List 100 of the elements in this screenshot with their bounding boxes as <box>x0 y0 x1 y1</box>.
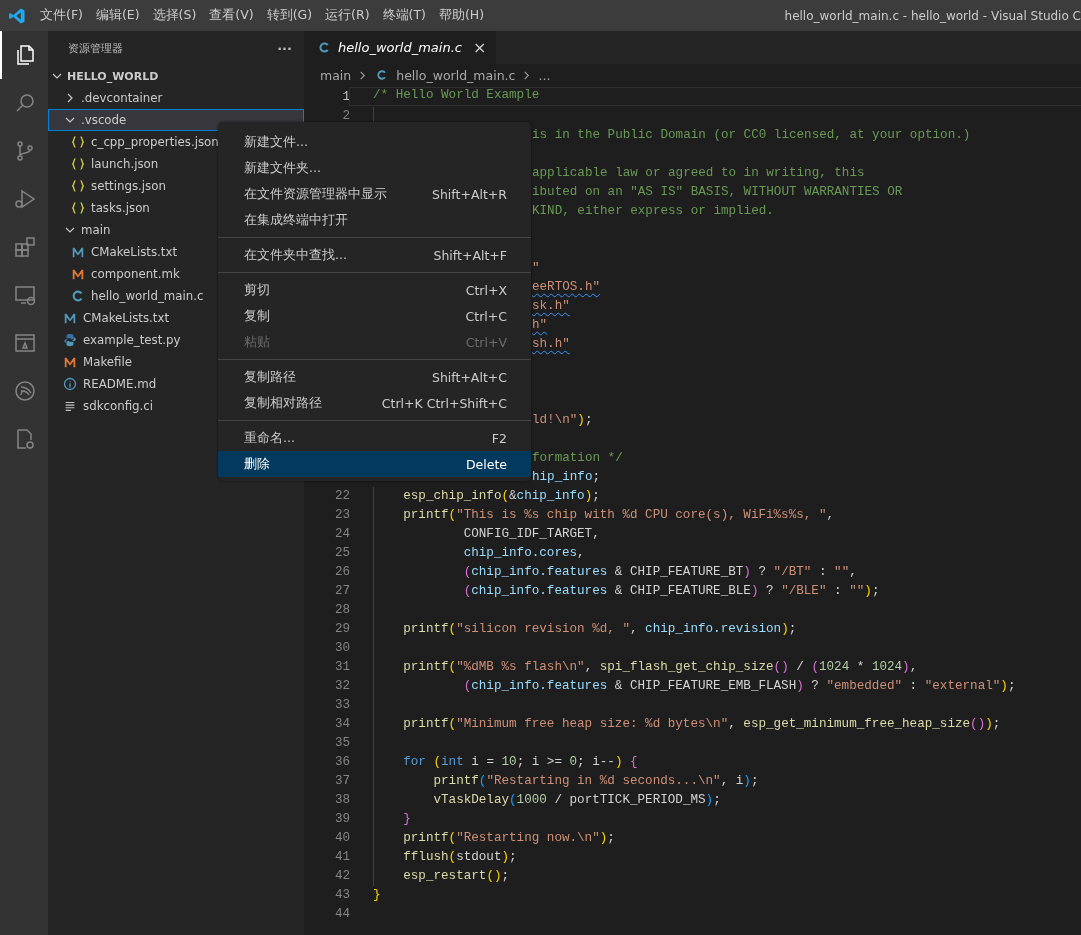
code-line: printf("silicon revision %d, ", chip_info.revision); <box>402 621 797 638</box>
line-number: 27 <box>334 584 350 598</box>
line-number: 36 <box>334 755 350 769</box>
line-number: 1 <box>342 90 350 104</box>
line-number: 43 <box>334 888 350 902</box>
menu-item[interactable]: 复制相对路径 Ctrl+K Ctrl+Shift+C <box>218 390 531 416</box>
line-number: 40 <box>334 831 350 845</box>
code-line: printf("Restarting in %d seconds...\n", i); <box>432 773 759 790</box>
chevron-icon <box>65 225 75 235</box>
line-number: 35 <box>334 736 350 750</box>
line-number: 25 <box>334 546 350 560</box>
breadcrumb-item[interactable]: main <box>320 67 352 83</box>
m-letter-icon <box>71 245 85 259</box>
app-logo-icon <box>8 6 26 25</box>
menu-item[interactable]: 编辑(E) <box>95 7 148 24</box>
m-letter-icon <box>71 267 85 281</box>
code-line: esp_restart(); <box>402 868 510 885</box>
menu-item[interactable]: 在文件资源管理器中显示 Shift+Alt+R <box>218 181 531 207</box>
code-line: (chip_info.features & CHIP_FEATURE_BT) ? "/BT" : "", <box>462 564 857 581</box>
code-line: " <box>532 260 540 277</box>
code-line: fflush(stdout); <box>402 849 517 866</box>
code-line: printf("%dMB %s flash\n", spi_flash_get_chip_size() / (1024 * 1024), <box>402 659 918 676</box>
menu-item[interactable]: 运行(R) <box>325 7 378 24</box>
line-number: 30 <box>334 641 350 655</box>
menu-item[interactable]: 转到(G) <box>266 7 321 24</box>
breadcrumb-item[interactable]: hello_world_main.c <box>396 67 516 83</box>
menu-item[interactable]: 复制 Ctrl+C <box>218 303 531 329</box>
code-line: is in the Public Domain (or CC0 licensed, at your option.) <box>532 127 971 144</box>
menu-item[interactable]: 新建文件... <box>218 129 531 155</box>
line-number: 34 <box>334 717 350 731</box>
menu-item[interactable]: 复制路径 Shift+Alt+C <box>218 364 531 390</box>
chevron-icon <box>522 70 532 80</box>
code-line: formation */ <box>532 450 623 467</box>
line-number: 31 <box>334 660 350 674</box>
code-line: vTaskDelay(1000 / portTICK_PERIOD_MS); <box>432 792 721 809</box>
braces-icon <box>71 157 85 171</box>
m-letter-icon <box>63 355 77 369</box>
m-letter-icon <box>63 311 77 325</box>
chevron-icon <box>65 115 75 125</box>
menu-item[interactable]: 终端(T) <box>382 7 434 24</box>
menu-item[interactable]: 新建文件夹... <box>218 155 531 181</box>
info-icon <box>63 377 77 391</box>
close-button[interactable]: × <box>473 38 487 57</box>
code-line: eeRTOS.h" <box>532 279 601 296</box>
menu-item[interactable]: 重命名... F2 <box>218 425 531 451</box>
code-line: } <box>373 887 381 904</box>
line-number: 32 <box>334 679 350 693</box>
line-number: 23 <box>334 508 350 522</box>
chevron-icon <box>52 71 62 81</box>
line-number: 2 <box>342 109 350 123</box>
code-line: ibuted on an "AS IS" BASIS, WITHOUT WARRANTIES OR <box>532 184 903 201</box>
c-letter-icon <box>71 289 85 303</box>
menu-item[interactable]: 查看(V) <box>209 7 262 24</box>
code-line: sk.h" <box>532 298 570 315</box>
code-line: hip_info; <box>532 469 601 486</box>
code-line: } <box>402 811 411 828</box>
lines-icon <box>63 399 77 413</box>
line-number: 42 <box>334 869 350 883</box>
code-line: printf("Minimum free heap size: %d bytes\n", esp_get_minimum_free_heap_size()); <box>402 716 1001 733</box>
code-line: h" <box>532 317 548 334</box>
line-number: 33 <box>334 698 350 712</box>
line-number: 26 <box>334 565 350 579</box>
breadcrumb-item[interactable]: ... <box>538 67 551 83</box>
line-number: 24 <box>334 527 350 541</box>
line-number: 28 <box>334 603 350 617</box>
code-line: chip_info.cores, <box>462 545 585 562</box>
code-line: esp_chip_info(&chip_info); <box>402 488 600 505</box>
menu-item[interactable]: 文件(F) <box>40 7 91 24</box>
menu-item[interactable]: 选择(S) <box>152 7 205 24</box>
window-title: hello_world_main.c - hello_world - Visual Studio C <box>784 8 1081 23</box>
folder-item[interactable]: .devcontainer <box>48 87 304 109</box>
line-number: 44 <box>334 907 350 921</box>
code-line: CONFIG_IDF_TARGET, <box>462 526 600 543</box>
menu-item[interactable]: 在文件夹中查找... Shift+Alt+F <box>218 242 531 268</box>
python-icon <box>63 333 77 347</box>
line-number: 38 <box>334 793 350 807</box>
line-number: 29 <box>334 622 350 636</box>
c-file-icon <box>318 41 331 54</box>
line-number: 41 <box>334 850 350 864</box>
braces-icon <box>71 201 85 215</box>
panel-title: 资源管理器 <box>68 40 123 56</box>
line-number: 22 <box>334 489 350 503</box>
code-line: (chip_info.features & CHIP_FEATURE_BLE) ? "/BLE" : ""); <box>462 583 880 600</box>
line-number: 39 <box>334 812 350 826</box>
menu-item[interactable]: 剪切 Ctrl+X <box>218 277 531 303</box>
folder-header[interactable]: HELLO_WORLD <box>48 65 304 87</box>
editor-tab[interactable]: hello_world_main.c × <box>304 31 497 64</box>
menu-item[interactable]: 删除 Delete <box>218 451 531 477</box>
chevron-icon <box>358 70 368 80</box>
braces-icon <box>71 179 85 193</box>
code-line: printf("This is %s chip with %d CPU core(s), WiFi%s%s, ", <box>402 507 835 524</box>
menu-item[interactable]: 在集成终端中打开 <box>218 207 531 233</box>
code-line: sh.h" <box>532 336 570 353</box>
chevron-icon <box>65 93 75 103</box>
code-line: /* Hello World Example <box>373 87 540 104</box>
code-line: (chip_info.features & CHIP_FEATURE_EMB_FLASH) ? "embedded" : "external"); <box>462 678 1016 695</box>
menu-item[interactable]: 帮助(H) <box>438 7 493 24</box>
code-line: applicable law or agreed to in writing, this <box>532 165 865 182</box>
more-actions-button[interactable]: ··· <box>277 40 292 56</box>
line-number: 37 <box>334 774 350 788</box>
